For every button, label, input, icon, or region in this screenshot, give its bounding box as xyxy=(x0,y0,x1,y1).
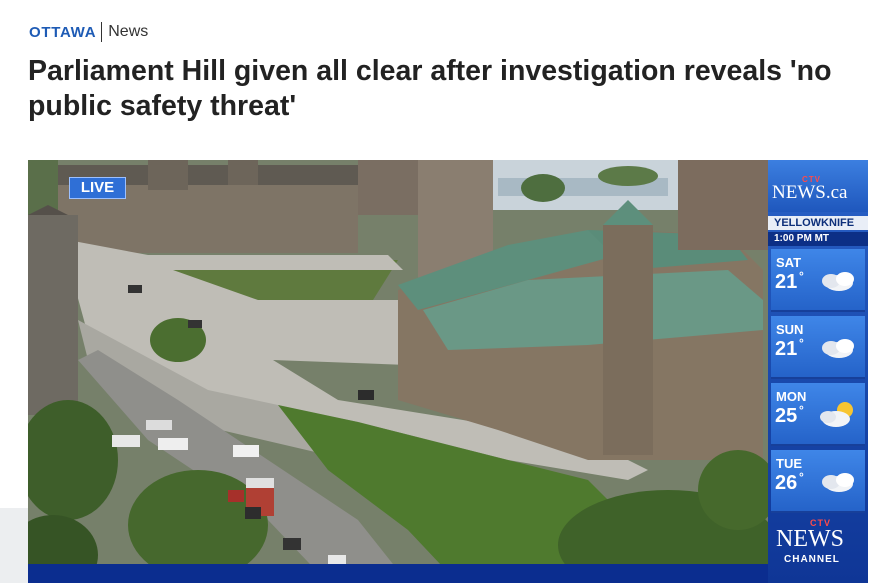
weather-time-strip: 1:00 PM MT xyxy=(768,232,868,246)
video-lower-bar xyxy=(28,564,768,583)
forecast-day-name: MON xyxy=(776,389,807,404)
forecast-unit: ° xyxy=(799,403,804,417)
forecast-unit: ° xyxy=(799,269,804,283)
forecast-temp: 21 xyxy=(775,271,798,293)
section-breadcrumb: OTTAWA News xyxy=(29,21,148,43)
forecast-temp: 25 xyxy=(775,405,798,427)
forecast-day: TUE 26 ° xyxy=(771,450,865,513)
ctv-news-channel-logo: CTV NEWS CHANNEL xyxy=(772,518,866,566)
cloud-icon xyxy=(822,272,854,291)
cloud-icon xyxy=(822,339,854,358)
weather-city-strip: YELLOWKNIFE xyxy=(768,216,868,230)
forecast-day-name: TUE xyxy=(776,456,802,471)
page-gutter xyxy=(0,508,28,583)
article-headline: Parliament Hill given all clear after in… xyxy=(28,55,832,122)
section-divider xyxy=(101,22,103,42)
channel-sub: CHANNEL xyxy=(784,554,840,565)
forecast-unit: ° xyxy=(799,336,804,350)
channel-name: NEWS xyxy=(776,526,844,552)
ctv-news-logo: CTV NEWS.ca xyxy=(768,160,868,212)
cloud-icon xyxy=(822,473,854,492)
forecast-day: SAT 21 ° xyxy=(771,249,865,312)
weather-time: 1:00 PM MT xyxy=(774,233,830,244)
forecast-day-name: SUN xyxy=(776,322,804,337)
forecast-unit: ° xyxy=(799,470,804,484)
weather-city: YELLOWKNIFE xyxy=(774,217,855,229)
forecast-day-name: SAT xyxy=(776,255,802,270)
live-video-frame[interactable] xyxy=(28,160,768,583)
brand-site: NEWS.ca xyxy=(772,182,848,203)
forecast-temp: 26 xyxy=(775,472,798,494)
sun-cloud-icon xyxy=(820,402,853,427)
section-city-link[interactable]: OTTAWA xyxy=(29,24,96,41)
live-badge: LIVE xyxy=(69,177,126,199)
forecast-day: MON 25 ° xyxy=(771,383,865,446)
forecast-temp: 21 xyxy=(775,338,798,360)
video-player[interactable]: LIVE CTV NEWS.ca YELLOWKNIFE 1:00 PM MT … xyxy=(28,160,868,583)
weather-panel: CTV NEWS.ca YELLOWKNIFE 1:00 PM MT SAT 2… xyxy=(768,160,868,583)
section-news-link[interactable]: News xyxy=(108,23,148,41)
forecast-day: SUN 21 ° xyxy=(771,316,865,379)
